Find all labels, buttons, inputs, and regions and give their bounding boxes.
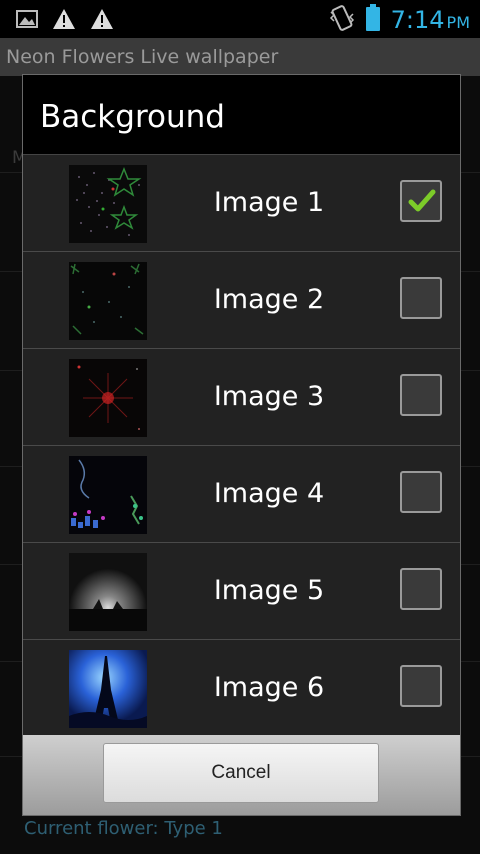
image-4-checkbox[interactable] [400,471,442,513]
list-item-image-5[interactable]: Image 5 [23,543,460,640]
image-6-thumbnail [69,650,147,728]
warning-icon [52,8,76,34]
clock: 7:14 PM [390,6,470,34]
image-6-checkbox[interactable] [400,665,442,707]
image-4-thumbnail [69,456,147,534]
current-flower-text: Current flower: Type 1 [24,818,223,839]
list-item-image-6[interactable]: Image 6 [23,640,460,736]
list-item-image-2[interactable]: Image 2 [23,252,460,349]
vibrate-icon [329,4,355,36]
list-item-label: Image 4 [213,478,325,509]
dialog-title: Background [40,99,225,135]
background-dialog: Background Image 1 Image 2 Image 3 Image… [22,74,461,816]
list-item-image-4[interactable]: Image 4 [23,446,460,543]
dialog-header: Background [23,75,460,155]
status-bar: 7:14 PM [0,0,480,38]
image-3-checkbox[interactable] [400,374,442,416]
image-1-thumbnail [69,165,147,243]
cancel-button[interactable]: Cancel [103,743,379,803]
list-item-image-1[interactable]: Image 1 [23,155,460,252]
warning-icon [90,8,114,34]
list-item-label: Image 6 [213,672,325,703]
dialog-footer: Cancel [23,735,460,815]
image-2-checkbox[interactable] [400,277,442,319]
list-item-label: Image 2 [213,284,325,315]
checkmark-icon [408,189,436,212]
image-3-thumbnail [69,359,147,437]
image-icon [16,9,38,33]
image-5-checkbox[interactable] [400,568,442,610]
list-item-label: Image 1 [213,187,325,218]
list-item-label: Image 5 [213,575,325,606]
list-item-label: Image 3 [213,381,325,412]
image-5-thumbnail [69,553,147,631]
app-title: Neon Flowers Live wallpaper [0,38,480,76]
background-options-list: Image 1 Image 2 Image 3 Image 4 Image 5 … [23,155,460,736]
image-1-checkbox[interactable] [400,180,442,222]
list-item-image-3[interactable]: Image 3 [23,349,460,446]
battery-icon [365,4,381,36]
image-2-thumbnail [69,262,147,340]
